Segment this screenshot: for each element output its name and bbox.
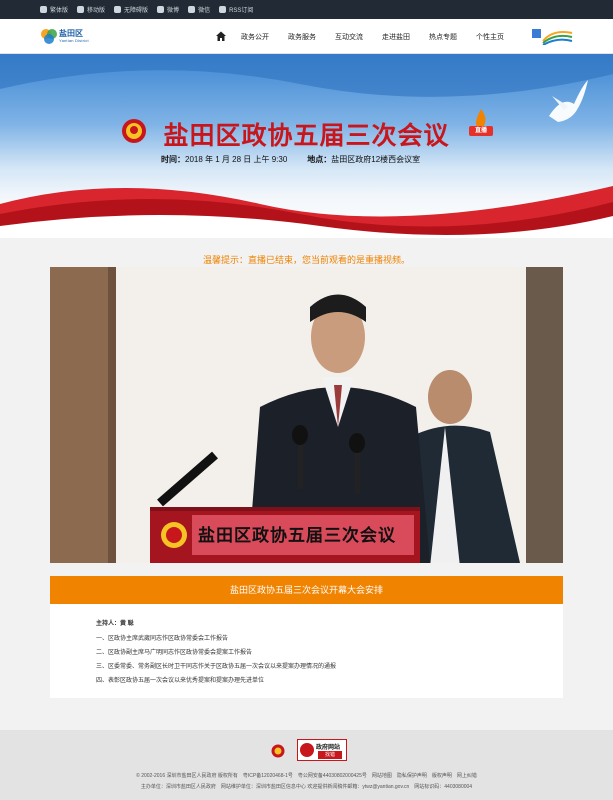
logo-subtitle: Yantian District bbox=[59, 38, 89, 43]
nav-item-interaction[interactable]: 互动交流 bbox=[335, 32, 363, 42]
banner-title: 盐田区政协五届三次会议 bbox=[163, 121, 450, 150]
utility-link-label: 无障碍版 bbox=[124, 8, 149, 14]
nav-item-personal[interactable]: 个性主页 bbox=[476, 32, 504, 42]
utility-link-label: 移动版 bbox=[87, 8, 106, 14]
gov-badge-title: 政府网站 bbox=[316, 745, 341, 751]
agenda-item: 一、区政协主席武崴同志作区政协常委会工作报告 bbox=[96, 636, 229, 642]
agenda-item: 三、区委常委、常务副区长时卫干同志作关于区政协五届一次会议以来提案办理情况的通报 bbox=[96, 664, 337, 670]
weibo-icon bbox=[157, 6, 165, 13]
replay-notice: 温馨提示：直播已结束，您当前观看的是重播视频。 bbox=[202, 255, 410, 265]
nav-item-services[interactable]: 政务服务 bbox=[288, 32, 316, 42]
podium-banner-text: 盐田区政协五届三次会议 bbox=[198, 526, 396, 546]
utility-link-wechat[interactable]: 微信 bbox=[188, 5, 210, 14]
magnifier-icon bbox=[300, 743, 314, 757]
video-frame bbox=[50, 267, 563, 563]
party-emblem-icon bbox=[271, 744, 285, 758]
utility-link-label: RSS订阅 bbox=[229, 8, 254, 14]
live-badge-label: 直播 bbox=[469, 126, 493, 136]
footer-copyright: © 2002-2016 深圳市盐田区人民政府 版权所有 粤ICP备1202046… bbox=[136, 773, 477, 779]
utility-link-mobile[interactable]: 移动版 bbox=[77, 5, 105, 14]
live-badge: 直播 bbox=[469, 109, 493, 139]
place-value: 盐田区政府12楼西会议室 bbox=[331, 155, 421, 164]
nav-item-about[interactable]: 走进盐田 bbox=[382, 32, 410, 42]
utility-link-rss[interactable]: RSS订阅 bbox=[219, 5, 253, 14]
nav-item-topics[interactable]: 热点专题 bbox=[429, 32, 457, 42]
logo-icon bbox=[41, 29, 57, 44]
nav-item-gov-affairs[interactable]: 政务公开 bbox=[241, 32, 269, 42]
agenda-host: 主持人：黄 聪 bbox=[96, 621, 134, 627]
utility-link-label: 微博 bbox=[167, 8, 180, 14]
utility-links: 繁体版 移动版 无障碍版 微博 微信 RSS订阅 bbox=[40, 0, 253, 19]
traditional-icon bbox=[40, 6, 47, 13]
place-label: 地点： bbox=[307, 155, 332, 164]
utility-link-label: 繁体版 bbox=[50, 8, 69, 14]
utility-link-accessibility[interactable]: 无障碍版 bbox=[114, 5, 148, 14]
utility-link-traditional[interactable]: 繁体版 bbox=[40, 5, 68, 14]
mobile-icon bbox=[77, 6, 85, 13]
agenda-item: 四、表彰区政协五届一次会议以来优秀提案和提案办理先进单位 bbox=[96, 678, 265, 684]
rss-icon bbox=[219, 6, 227, 13]
event-banner: 盐田区政协五届三次会议 直播 时间：2018 年 1 月 28 日 上午 9:3… bbox=[0, 54, 613, 238]
utility-link-weibo[interactable]: 微博 bbox=[157, 5, 179, 14]
agenda-list: 一、区政协主席武崴同志作区政协常委会工作报告 二、区政协副主席马广明同志作区政协… bbox=[96, 633, 336, 689]
event-meta: 时间：2018 年 1 月 28 日 上午 9:30 地点：盐田区政府12楼西会议… bbox=[161, 154, 420, 165]
gov-error-report-badge[interactable]: 政府网站 找错 bbox=[297, 739, 347, 761]
gov-badge-action: 找错 bbox=[318, 751, 342, 759]
wechat-icon bbox=[188, 6, 196, 13]
home-icon[interactable] bbox=[215, 30, 227, 42]
main-navbar: 盐田区 Yantian District 政务公开 政务服务 互动交流 走进盐田… bbox=[0, 19, 613, 54]
nav-links: 政务公开 政务服务 互动交流 走进盐田 热点专题 个性主页 bbox=[241, 19, 523, 54]
time-label: 时间： bbox=[161, 155, 185, 164]
time-value: 2018 年 1 月 28 日 上午 9:30 bbox=[185, 155, 288, 164]
page-footer: 政府网站 找错 © 2002-2016 深圳市盐田区人民政府 版权所有 粤ICP… bbox=[0, 730, 613, 800]
footer-organizer: 主办单位：深圳市盐田区人民政府 网站维护单位：深圳市盐田区信息中心 欢迎提供新闻… bbox=[140, 784, 473, 790]
agenda-item: 二、区政协副主席马广明同志作区政协常委会提案工作报告 bbox=[96, 650, 253, 656]
accessibility-icon bbox=[114, 6, 122, 13]
agenda-title: 盐田区政协五届三次会议开幕大会安排 bbox=[50, 576, 563, 604]
brand-banner-icon bbox=[532, 29, 573, 45]
utility-link-label: 微信 bbox=[198, 8, 211, 14]
site-logo[interactable]: 盐田区 Yantian District bbox=[40, 26, 90, 48]
top-utility-bar: 繁体版 移动版 无障碍版 微博 微信 RSS订阅 bbox=[0, 0, 613, 19]
video-player[interactable]: 盐田区政协五届三次会议 bbox=[50, 267, 563, 563]
agenda-panel: 主持人：黄 聪 一、区政协主席武崴同志作区政协常委会工作报告 二、区政协副主席马… bbox=[50, 604, 563, 698]
